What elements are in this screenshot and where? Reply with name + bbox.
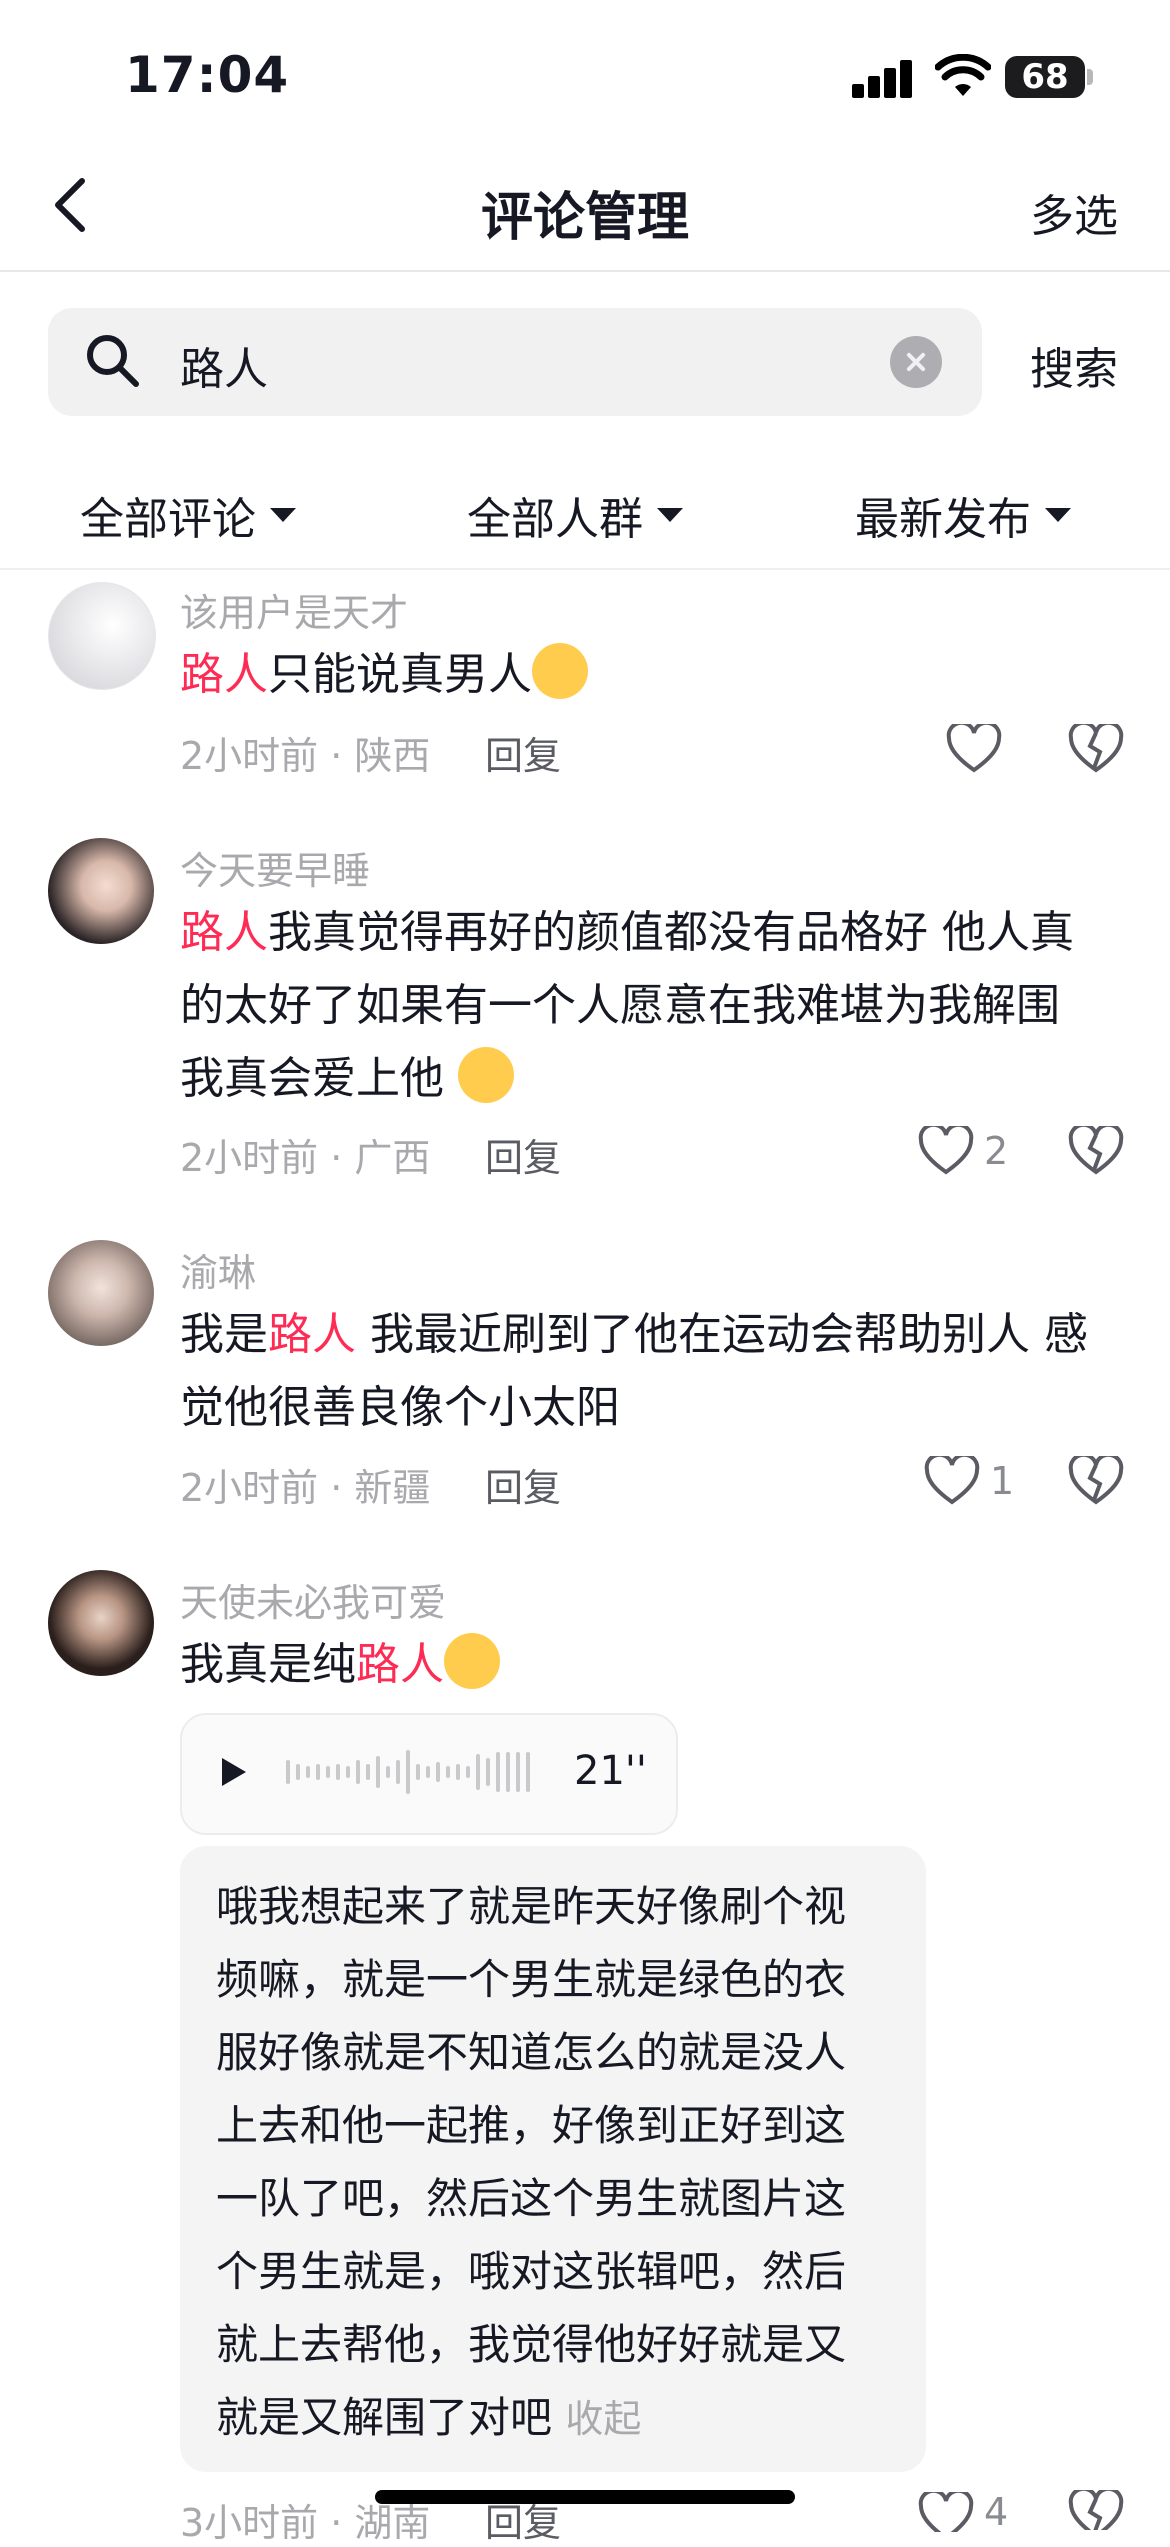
comment-text-line: 我是 bbox=[180, 1309, 268, 1360]
like-count: 4 bbox=[984, 2490, 1009, 2534]
home-indicator bbox=[375, 2490, 795, 2504]
transcript-line: 服好像就是不知道怎么的就是没人 bbox=[216, 2028, 847, 2077]
clear-search-icon[interactable] bbox=[890, 336, 942, 388]
divider bbox=[0, 568, 1170, 570]
avatar[interactable] bbox=[48, 1240, 154, 1346]
heart-icon bbox=[918, 2492, 974, 2532]
heart-icon bbox=[924, 1456, 980, 1505]
comment-text-line: 我真觉得再好的颜值都没有品格好 他人真 bbox=[268, 907, 1074, 958]
transcript-line: 频嘛，就是一个男生就是绿色的衣 bbox=[216, 1955, 847, 2004]
highlight-keyword: 路人 bbox=[180, 649, 268, 700]
wifi-icon bbox=[935, 54, 991, 96]
transcript-text: 哦我想起来了就是昨天好像刷个视 频嘛，就是一个男生就是绿色的衣 服好像就是不知道… bbox=[216, 1870, 906, 2456]
highlight-keyword: 路人 bbox=[180, 907, 268, 958]
reply-button[interactable]: 回复 bbox=[485, 725, 561, 780]
multi-select-button[interactable]: 多选 bbox=[1030, 180, 1118, 244]
comment-username[interactable]: 该用户是天才 bbox=[180, 582, 408, 637]
page-title: 评论管理 bbox=[480, 188, 689, 248]
comment-username[interactable]: 渝琳 bbox=[180, 1242, 256, 1297]
dropdown-triangle-icon bbox=[270, 508, 296, 522]
comment-text: 我是路人 我最近刷到了他在运动会帮助别人 感 觉他很善良像个小太阳 bbox=[180, 1298, 1120, 1444]
comment-username[interactable]: 天使未必我可爱 bbox=[180, 1572, 446, 1627]
dropdown-triangle-icon bbox=[657, 508, 683, 522]
like-button[interactable]: 4 bbox=[918, 2490, 1008, 2534]
search-input[interactable]: 路人 bbox=[180, 333, 268, 397]
highlight-keyword: 路人 bbox=[356, 1639, 444, 1690]
comment-meta: 2小时前 · 陕西 bbox=[180, 734, 431, 778]
comment-text-line: 觉他很善良像个小太阳 bbox=[180, 1382, 620, 1433]
battery-icon: 68 bbox=[1005, 56, 1085, 98]
comment-text: 我真是纯路人 bbox=[180, 1628, 1120, 1701]
broken-heart-icon[interactable] bbox=[1068, 724, 1124, 774]
collapse-button[interactable]: 收起 bbox=[565, 2397, 641, 2441]
broken-heart-icon[interactable] bbox=[1068, 1456, 1124, 1506]
avatar[interactable] bbox=[48, 838, 154, 944]
filter-sort-newest[interactable]: 最新发布 bbox=[855, 483, 1071, 547]
highlight-keyword: 路人 bbox=[268, 1309, 356, 1360]
status-time: 17:04 bbox=[125, 46, 290, 104]
reply-button[interactable]: 回复 bbox=[485, 1457, 561, 1512]
broken-heart-icon[interactable] bbox=[1068, 1126, 1124, 1176]
like-count: 1 bbox=[990, 1459, 1015, 1503]
transcript-line: 上去和他一起推，好像到正好到这 bbox=[216, 2101, 847, 2150]
like-button[interactable]: 2 bbox=[918, 1126, 1008, 1176]
comment-text-line: 我最近刷到了他在运动会帮助别人 感 bbox=[356, 1309, 1088, 1360]
filter-all-comments[interactable]: 全部评论 bbox=[80, 483, 296, 547]
search-icon bbox=[87, 335, 139, 387]
pleading-emoji-icon bbox=[532, 643, 588, 699]
pleading-emoji-icon bbox=[458, 1047, 514, 1103]
comment-text-line: 我真是纯 bbox=[180, 1639, 356, 1690]
avatar[interactable] bbox=[48, 1570, 154, 1676]
transcript-line: 一队了吧，然后这个男生就图片这 bbox=[216, 2174, 847, 2223]
comment-text: 路人我真觉得再好的颜值都没有品格好 他人真 的太好了如果有一个人愿意在我难堪为我… bbox=[180, 896, 1120, 1115]
comment-text-line: 的太好了如果有一个人愿意在我难堪为我解围 bbox=[180, 980, 1060, 1031]
transcript-line: 就上去帮他，我觉得他好好就是又 bbox=[216, 2320, 847, 2369]
play-icon[interactable] bbox=[218, 1756, 250, 1788]
like-button[interactable]: 1 bbox=[924, 1456, 1014, 1506]
broken-heart-icon[interactable] bbox=[1068, 2490, 1124, 2530]
heart-icon[interactable] bbox=[946, 724, 1002, 774]
transcript-line: 就是又解围了对吧 bbox=[216, 2393, 553, 2442]
comment-username[interactable]: 今天要早睡 bbox=[180, 840, 370, 895]
eye-roll-emoji-icon bbox=[444, 1633, 500, 1689]
comment-meta: 2小时前 · 广西 bbox=[180, 1136, 431, 1180]
comment-text: 路人只能说真男人 bbox=[180, 638, 1120, 711]
cellular-signal-icon bbox=[852, 58, 914, 98]
filter-all-audience[interactable]: 全部人群 bbox=[467, 483, 683, 547]
reply-button[interactable]: 回复 bbox=[485, 1127, 561, 1182]
transcript-line: 个男生就是，哦对这张辑吧，然后 bbox=[216, 2247, 847, 2296]
filter-label: 全部评论 bbox=[80, 494, 256, 545]
avatar[interactable] bbox=[48, 582, 156, 690]
heart-icon bbox=[918, 1126, 974, 1175]
waveform-icon bbox=[286, 1750, 530, 1794]
like-count: 2 bbox=[984, 1129, 1009, 1173]
search-button[interactable]: 搜索 bbox=[1030, 333, 1118, 397]
voice-duration: 21'' bbox=[574, 1748, 647, 1794]
comment-text-line: 我真会爱上他 bbox=[180, 1053, 444, 1104]
comment-meta: 2小时前 · 新疆 bbox=[180, 1466, 431, 1510]
battery-tip bbox=[1087, 69, 1093, 85]
filter-label: 全部人群 bbox=[467, 494, 643, 545]
divider bbox=[0, 270, 1170, 272]
filter-label: 最新发布 bbox=[855, 494, 1031, 545]
comment-text-body: 只能说真男人 bbox=[268, 649, 532, 700]
transcript-line: 哦我想起来了就是昨天好像刷个视 bbox=[216, 1882, 847, 1931]
dropdown-triangle-icon bbox=[1045, 508, 1071, 522]
